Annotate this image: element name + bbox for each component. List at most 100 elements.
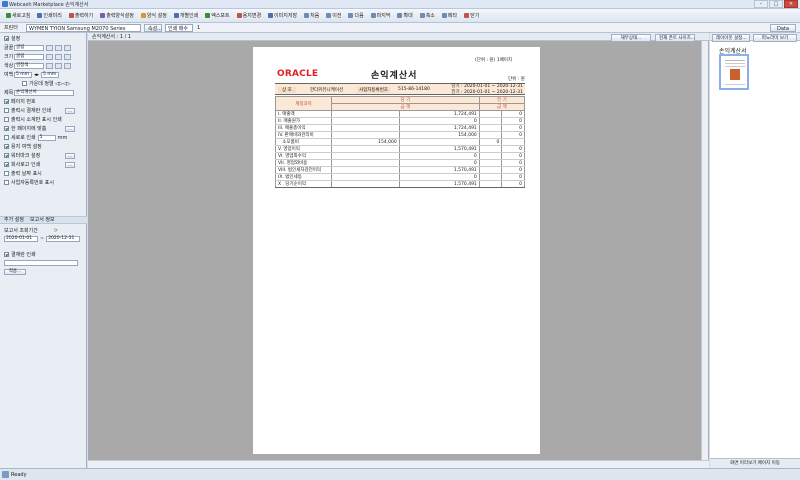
option-row: 용지 여백 설정 xyxy=(4,143,42,150)
option-checkbox[interactable] xyxy=(4,162,9,167)
margin-mm-input[interactable]: 5 xyxy=(37,134,56,141)
color-select[interactable]: 검정색 xyxy=(14,62,44,69)
color-line-button[interactable] xyxy=(64,62,71,69)
settings-panel: 설정 글꼴 굴림 크기 굴림 색상 검정색 여백 5 mm ◂▸ 5 mm 가운… xyxy=(0,33,87,468)
data-button[interactable]: Data xyxy=(770,24,796,32)
amount-cell xyxy=(331,117,400,125)
close-button[interactable]: × xyxy=(784,0,798,8)
size-select[interactable]: 굴림 xyxy=(14,53,44,60)
menu-item[interactable]: 닫기 xyxy=(462,10,481,21)
option-checkbox[interactable] xyxy=(4,180,9,185)
option-settings-button[interactable]: ... xyxy=(65,125,75,132)
menu-icon xyxy=(397,13,403,18)
vertical-scrollbar[interactable] xyxy=(701,41,708,460)
thumbnail-nav[interactable]: 화면 미리보기 페이지 이동 xyxy=(710,458,800,468)
date-to-input[interactable]: 2020-12-31 xyxy=(46,236,81,242)
tab-extra-settings[interactable]: 추가 설정 xyxy=(4,217,24,223)
report-title-input[interactable]: 손익계산서 xyxy=(14,89,74,96)
color-fill-button[interactable] xyxy=(55,62,62,69)
option-settings-button[interactable]: ... xyxy=(65,161,75,168)
menu-item[interactable]: 다음 xyxy=(346,10,365,21)
account-cell: VI. 영업외수익 xyxy=(275,152,332,160)
company-header: 상 호 한다커뮤니케이션 사업자등록번호 515-86-14180 당기 : 2… xyxy=(275,83,525,95)
size-up-button[interactable] xyxy=(46,53,53,60)
option-checkbox[interactable] xyxy=(4,108,9,113)
account-cell: IV. 판매비와관리비 xyxy=(275,131,332,139)
margin-left-input[interactable]: 5 mm xyxy=(14,71,32,78)
size-reset-button[interactable] xyxy=(64,53,71,60)
menu-item[interactable]: 개별인쇄 xyxy=(172,10,200,21)
align-row: 가운데 정렬 ◁▷◁▷ xyxy=(22,80,71,87)
font-select[interactable]: 굴림 xyxy=(14,44,44,51)
option-checkbox[interactable] xyxy=(4,99,9,104)
settings-checkbox[interactable] xyxy=(4,36,9,41)
menu-item[interactable]: 이전 xyxy=(324,10,343,21)
minimize-button[interactable]: – xyxy=(754,0,768,8)
unit-label: 단위 : 원 xyxy=(508,77,525,82)
balance-sheet-button[interactable]: 재무상태... xyxy=(611,34,651,42)
printer-select[interactable]: WYMEN TYION Samsung M2070 Series xyxy=(26,24,141,32)
amount-cell: 0 xyxy=(501,152,525,160)
menu-item[interactable]: 용지변경 xyxy=(235,10,263,21)
option-checkbox[interactable] xyxy=(4,135,9,140)
menu-item[interactable]: 마지막 xyxy=(369,10,393,21)
approve-checkbox[interactable] xyxy=(4,252,9,257)
table-row: VI. 영업외수익 0 0 xyxy=(275,152,525,160)
tab-report-info[interactable]: 보고서 정보 xyxy=(30,217,55,223)
font-underline-button[interactable] xyxy=(64,44,71,51)
align-checkbox[interactable] xyxy=(22,81,27,86)
panorama-button[interactable]: 파노라마 보기 xyxy=(753,34,797,42)
menu-item[interactable]: 출력하기 xyxy=(67,10,95,21)
option-checkbox[interactable] xyxy=(4,126,9,131)
approve-select-row xyxy=(4,260,78,266)
menu-icon xyxy=(140,13,146,18)
period-row: 보고서 조회기간 ⟳ xyxy=(4,227,58,235)
menu-item[interactable]: 양식 설정 xyxy=(139,10,169,21)
approve-select[interactable] xyxy=(4,260,78,266)
menu-item[interactable]: 엑스포트 xyxy=(203,10,231,21)
menu-icon xyxy=(268,13,274,18)
col-previous-amount: 금 액 xyxy=(478,103,526,111)
option-checkbox[interactable] xyxy=(4,144,9,149)
layout-button[interactable]: 레이아웃 설정... xyxy=(712,34,750,42)
option-row: 세로로 인쇄 5 mm xyxy=(4,134,67,141)
menu-item[interactable]: 새로고침 xyxy=(4,10,32,21)
option-checkbox[interactable] xyxy=(4,117,9,122)
maximize-button[interactable]: □ xyxy=(769,0,783,8)
color-picker-button[interactable] xyxy=(46,62,53,69)
menu-item[interactable]: 메타 xyxy=(440,10,459,21)
amount-cell xyxy=(331,166,400,174)
printer-properties-button[interactable]: 속성... xyxy=(144,24,162,32)
menu-item[interactable]: 인쇄미리 xyxy=(35,10,63,21)
menu-item[interactable]: 축소 xyxy=(418,10,437,21)
menu-icon xyxy=(68,13,74,18)
approve-apply-button[interactable]: 적용... xyxy=(4,269,26,275)
font-bold-button[interactable] xyxy=(46,44,53,51)
print-copies-field[interactable]: 인쇄 매수 xyxy=(165,24,193,32)
amount-cell xyxy=(478,117,503,125)
date-from-input[interactable]: 2020-01-01 xyxy=(4,236,38,242)
account-cell: III. 매출총이익 xyxy=(275,124,332,132)
option-checkbox[interactable] xyxy=(4,153,9,158)
menu-icon xyxy=(326,13,332,18)
menu-item[interactable]: 이미지저장 xyxy=(266,10,299,21)
col-previous: 전 기 xyxy=(478,96,526,104)
horizontal-scrollbar[interactable] xyxy=(88,460,709,468)
size-down-button[interactable] xyxy=(55,53,62,60)
refresh-icon[interactable]: ⟳ xyxy=(54,228,58,234)
option-checkbox[interactable] xyxy=(4,171,9,176)
menu-item[interactable]: 출력양식설정 xyxy=(98,10,136,21)
font-size-button[interactable]: 현재 폰트 사이즈... xyxy=(655,34,695,42)
amount-cell xyxy=(331,173,400,181)
menu-item[interactable]: 확대 xyxy=(395,10,414,21)
margin-right-input[interactable]: 5 mm xyxy=(41,71,60,78)
font-italic-button[interactable] xyxy=(55,44,62,51)
option-settings-button[interactable]: ... xyxy=(65,152,75,159)
option-settings-button[interactable]: ... xyxy=(65,107,75,114)
amount-cell: 154,000 xyxy=(331,138,400,146)
amount-cell: 0 xyxy=(501,117,525,125)
page-thumbnail[interactable] xyxy=(719,54,749,90)
menu-icon xyxy=(370,13,376,18)
amount-cell xyxy=(478,152,503,160)
menu-item[interactable]: 처음 xyxy=(302,10,321,21)
